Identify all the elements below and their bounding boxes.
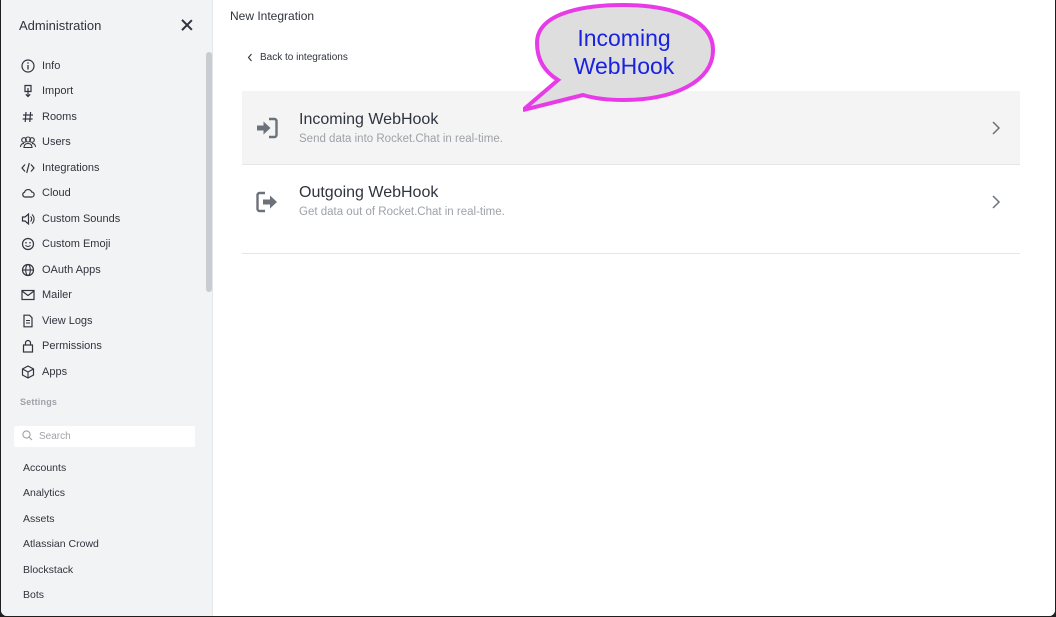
- settings-item-accounts[interactable]: Accounts: [23, 455, 203, 481]
- settings-section-label: Settings: [20, 397, 58, 407]
- chevron-right-icon: [991, 194, 1001, 210]
- sidebar-item-cloud[interactable]: Cloud: [19, 181, 204, 207]
- sidebar-item-permissions[interactable]: Permissions: [19, 334, 204, 360]
- emoji-icon: [19, 237, 37, 251]
- users-icon: [19, 135, 37, 149]
- sidebar-item-label: Cloud: [42, 187, 71, 200]
- sidebar-item-label: Users: [42, 136, 71, 149]
- annotation-line-1: Incoming: [577, 25, 671, 51]
- sidebar-item-label: Apps: [42, 365, 68, 378]
- sidebar-item-label: Import: [42, 85, 74, 98]
- sidebar-item-users[interactable]: Users: [19, 130, 204, 156]
- sidebar-scrollbar[interactable]: [206, 52, 212, 292]
- settings-item-bots[interactable]: Bots: [23, 583, 203, 609]
- sidebar-item-custom-sounds[interactable]: Custom Sounds: [19, 206, 204, 232]
- sidebar-item-custom-emoji[interactable]: Custom Emoji: [19, 232, 204, 258]
- back-link-label: Back to integrations: [260, 52, 348, 63]
- sidebar-item-label: View Logs: [42, 314, 93, 327]
- app-window: Administration Info Import Rooms Users I…: [1, 0, 1055, 616]
- search-icon: [22, 428, 33, 446]
- integration-description: Get data out of Rocket.Chat in real-time…: [299, 206, 505, 218]
- cloud-icon: [19, 186, 37, 200]
- sign-out-icon: [255, 190, 279, 214]
- page-title: New Integration: [230, 9, 315, 23]
- settings-search[interactable]: [14, 426, 195, 447]
- sidebar-item-label: OAuth Apps: [42, 263, 101, 276]
- annotation-callout-text: Incoming WebHook: [536, 24, 712, 80]
- cube-icon: [19, 365, 37, 379]
- chevron-right-icon: [991, 120, 1001, 136]
- integration-type-list: Incoming WebHook Send data into Rocket.C…: [242, 91, 1020, 254]
- integration-title: Outgoing WebHook: [299, 184, 439, 201]
- sidebar-item-label: Rooms: [42, 110, 77, 123]
- sidebar-item-apps[interactable]: Apps: [19, 359, 204, 385]
- sidebar-item-import[interactable]: Import: [19, 79, 204, 105]
- hashtag-icon: [19, 110, 37, 124]
- incoming-webhook-item[interactable]: Incoming WebHook Send data into Rocket.C…: [242, 91, 1020, 165]
- sidebar-item-oauth-apps[interactable]: OAuth Apps: [19, 257, 204, 283]
- admin-nav: Info Import Rooms Users Integrations Clo…: [19, 53, 204, 385]
- outgoing-webhook-text: Outgoing WebHook Get data out of Rocket.…: [299, 183, 505, 218]
- settings-item-atlassian-crowd[interactable]: Atlassian Crowd: [23, 532, 203, 558]
- sidebar-item-label: Info: [42, 59, 61, 72]
- sidebar-item-integrations[interactable]: Integrations: [19, 155, 204, 181]
- sidebar-title: Administration: [19, 17, 102, 33]
- sidebar-item-view-logs[interactable]: View Logs: [19, 308, 204, 334]
- sign-in-icon: [255, 116, 279, 140]
- incoming-webhook-text: Incoming WebHook Send data into Rocket.C…: [299, 110, 503, 145]
- settings-item-analytics[interactable]: Analytics: [23, 481, 203, 507]
- sidebar-item-info[interactable]: Info: [19, 53, 204, 79]
- sidebar-item-rooms[interactable]: Rooms: [19, 104, 204, 130]
- sidebar-item-label: Custom Sounds: [42, 212, 121, 225]
- back-to-integrations-link[interactable]: Back to integrations: [247, 52, 348, 63]
- close-icon[interactable]: [179, 17, 195, 33]
- integration-description: Send data into Rocket.Chat in real-time.: [299, 133, 503, 145]
- settings-list: Accounts Analytics Assets Atlassian Crow…: [23, 455, 203, 608]
- sidebar-item-label: Integrations: [42, 161, 100, 174]
- lock-icon: [19, 339, 37, 353]
- main-content: New Integration Back to integrations Inc…: [213, 0, 1055, 616]
- search-input[interactable]: [39, 431, 189, 442]
- annotation-line-2: WebHook: [573, 53, 675, 79]
- integration-title: Incoming WebHook: [299, 111, 439, 128]
- settings-item-assets[interactable]: Assets: [23, 506, 203, 532]
- document-icon: [19, 314, 37, 328]
- admin-sidebar: Administration Info Import Rooms Users I…: [1, 0, 213, 616]
- sidebar-header: Administration: [19, 15, 195, 35]
- globe-icon: [19, 263, 37, 277]
- chevron-left-icon: [247, 53, 255, 63]
- sidebar-item-label: Permissions: [42, 340, 102, 353]
- sidebar-item-label: Custom Emoji: [42, 238, 111, 251]
- import-icon: [19, 84, 37, 98]
- settings-item-blockstack[interactable]: Blockstack: [23, 557, 203, 583]
- sidebar-item-mailer[interactable]: Mailer: [19, 283, 204, 309]
- code-icon: [19, 161, 37, 175]
- info-icon: [19, 59, 37, 73]
- volume-icon: [19, 212, 37, 226]
- sidebar-item-label: Mailer: [42, 289, 72, 302]
- outgoing-webhook-item[interactable]: Outgoing WebHook Get data out of Rocket.…: [242, 165, 1020, 254]
- mail-icon: [19, 288, 37, 302]
